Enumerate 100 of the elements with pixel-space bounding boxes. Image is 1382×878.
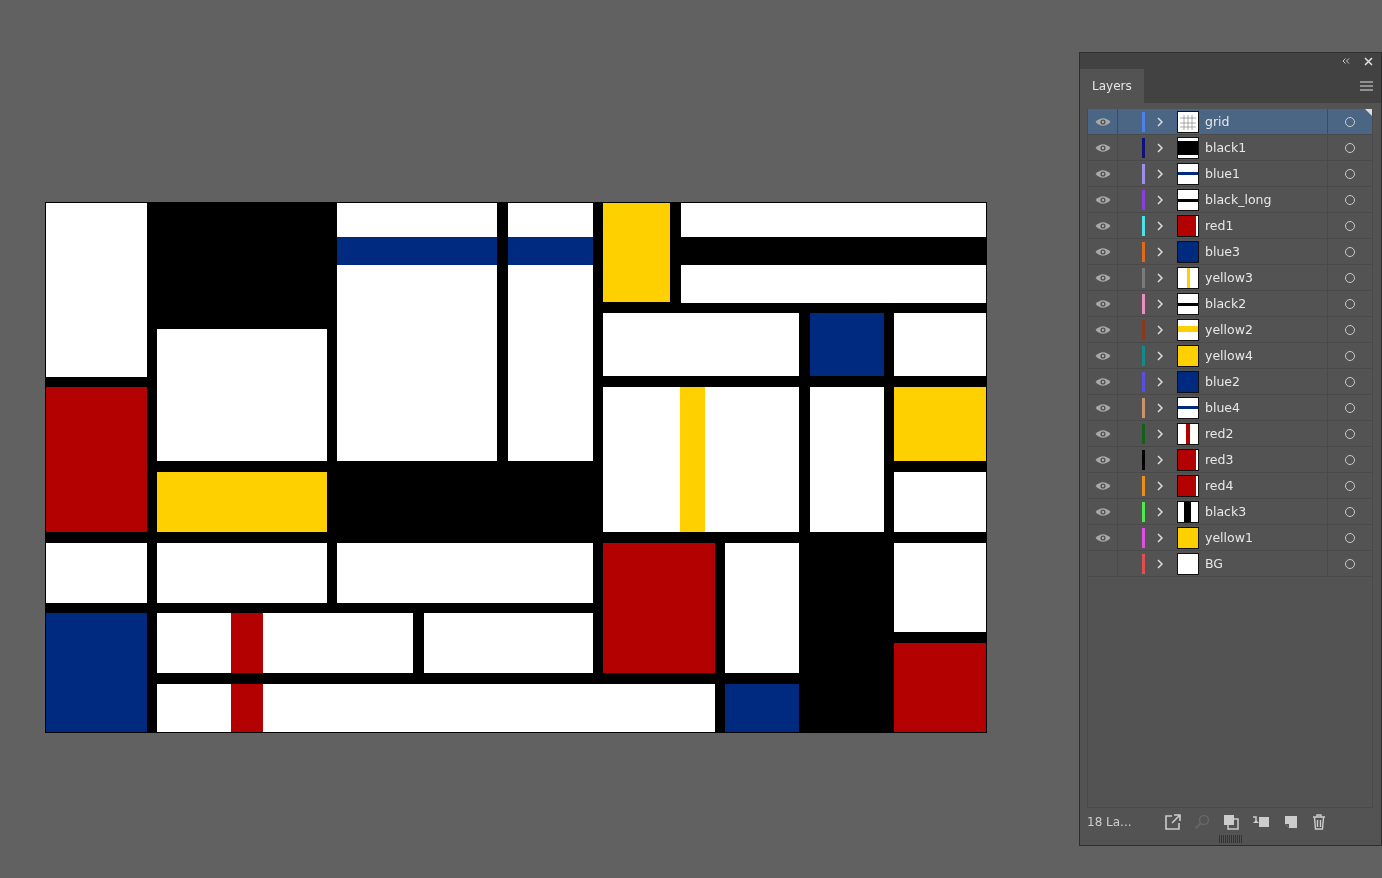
layer-thumbnail	[1178, 215, 1198, 236]
chevron-icon[interactable]	[1157, 558, 1163, 569]
layer-name: BG	[1205, 556, 1225, 571]
layer-row[interactable]: red3	[1088, 447, 1372, 473]
layer-row[interactable]: blue2	[1088, 369, 1372, 395]
eye-icon[interactable]	[1094, 532, 1111, 543]
eye-icon[interactable]	[1094, 402, 1111, 413]
layer-thumbnail	[1178, 475, 1198, 496]
layer-row[interactable]: black_long	[1088, 187, 1372, 213]
layer-thumbnail	[1178, 553, 1198, 574]
layer-name: blue3	[1205, 244, 1241, 259]
layer-thumbnail	[1178, 241, 1198, 262]
layer-name: yellow1	[1205, 530, 1254, 545]
selection-corner-mark	[1365, 109, 1372, 116]
chevron-icon[interactable]	[1157, 168, 1163, 179]
layer-name: red2	[1205, 426, 1235, 441]
layer-name: grid	[1205, 114, 1231, 129]
chevron-icon[interactable]	[1157, 194, 1163, 205]
layer-thumbnail	[1178, 423, 1198, 444]
layer-row[interactable]: yellow4	[1088, 343, 1372, 369]
eye-icon[interactable]	[1094, 480, 1111, 491]
chevron-icon[interactable]	[1157, 298, 1163, 309]
layer-thumbnail	[1178, 189, 1198, 210]
new-layer-icon[interactable]	[1283, 814, 1299, 830]
export-icon[interactable]	[1165, 814, 1181, 830]
trash-icon[interactable]	[1312, 814, 1326, 830]
chevron-icon[interactable]	[1157, 272, 1163, 283]
chevron-icon[interactable]	[1157, 376, 1163, 387]
layer-name: red3	[1205, 452, 1235, 467]
layer-row[interactable]: red1	[1088, 213, 1372, 239]
chevron-icon[interactable]	[1157, 142, 1163, 153]
layer-thumbnail	[1178, 345, 1198, 366]
eye-icon[interactable]	[1094, 506, 1111, 517]
chevron-icon[interactable]	[1157, 246, 1163, 257]
layer-row[interactable]: yellow3	[1088, 265, 1372, 291]
layer-thumbnail	[1178, 371, 1198, 392]
layer-name: red1	[1205, 218, 1235, 233]
eye-icon[interactable]	[1094, 272, 1111, 283]
chevron-icon[interactable]	[1157, 506, 1163, 517]
layer-thumbnail	[1178, 397, 1198, 418]
layer-name: blue4	[1205, 400, 1241, 415]
chevron-icon[interactable]	[1157, 428, 1163, 439]
layer-name: black2	[1205, 296, 1248, 311]
eye-icon[interactable]	[1094, 376, 1111, 387]
chevron-icon[interactable]	[1157, 532, 1163, 543]
layer-row[interactable]: black1	[1088, 135, 1372, 161]
layer-row[interactable]: red2	[1088, 421, 1372, 447]
chevron-icon[interactable]	[1157, 116, 1163, 127]
layer-name: black1	[1205, 140, 1248, 155]
layer-thumbnail	[1178, 527, 1198, 548]
layer-count: 18 La...	[1087, 815, 1133, 829]
layer-thumbnail	[1178, 319, 1198, 340]
eye-icon[interactable]	[1094, 350, 1111, 361]
eye-icon[interactable]	[1094, 168, 1111, 179]
layer-row[interactable]: blue4	[1088, 395, 1372, 421]
eye-icon[interactable]	[1094, 428, 1111, 439]
layer-row[interactable]: blue3	[1088, 239, 1372, 265]
chevron-icon[interactable]	[1157, 480, 1163, 491]
eye-icon[interactable]	[1094, 194, 1111, 205]
layer-thumbnail	[1178, 501, 1198, 522]
resize-grip[interactable]	[1218, 835, 1243, 843]
eye-icon[interactable]	[1094, 142, 1111, 153]
layer-row[interactable]: black3	[1088, 499, 1372, 525]
eye-icon[interactable]	[1094, 116, 1111, 127]
chevron-icon[interactable]	[1157, 350, 1163, 361]
layer-row[interactable]: BG	[1088, 551, 1372, 577]
layer-row[interactable]: blue1	[1088, 161, 1372, 187]
layer-thumbnail	[1178, 267, 1198, 288]
overlapping-squares-icon[interactable]	[1223, 814, 1239, 830]
close-icon[interactable]	[1364, 56, 1373, 66]
eye-icon[interactable]	[1094, 454, 1111, 465]
layer-name: yellow3	[1205, 270, 1254, 285]
layer-thumbnail	[1178, 449, 1198, 470]
layer-row[interactable]: yellow1	[1088, 525, 1372, 551]
chevron-icon[interactable]	[1157, 454, 1163, 465]
menu-icon[interactable]	[1360, 81, 1373, 91]
layer-thumbnail	[1178, 111, 1198, 132]
layer-name: blue2	[1205, 374, 1241, 389]
layer-row[interactable]: black2	[1088, 291, 1372, 317]
chevron-icon[interactable]	[1157, 220, 1163, 231]
layer-name: red4	[1205, 478, 1235, 493]
eye-icon[interactable]	[1094, 220, 1111, 231]
layer-row[interactable]: yellow2	[1088, 317, 1372, 343]
layer-name: yellow4	[1205, 348, 1254, 363]
eye-icon[interactable]	[1094, 324, 1111, 335]
layer-name: black_long	[1205, 192, 1273, 207]
layer-thumbnail	[1178, 137, 1198, 158]
eye-icon[interactable]	[1094, 246, 1111, 257]
layer-name: blue1	[1205, 166, 1241, 181]
layer-row[interactable]: red4	[1088, 473, 1372, 499]
layer-name: black3	[1205, 504, 1248, 519]
layers-tab[interactable]: Layers	[1080, 69, 1144, 103]
collapse-icon[interactable]	[1342, 58, 1350, 64]
layer-thumbnail	[1178, 293, 1198, 314]
eye-icon[interactable]	[1094, 298, 1111, 309]
layer-name: yellow2	[1205, 322, 1254, 337]
layer-row[interactable]: grid	[1088, 109, 1372, 135]
chevron-icon[interactable]	[1157, 324, 1163, 335]
move-arrow-icon[interactable]	[1252, 814, 1270, 830]
chevron-icon[interactable]	[1157, 402, 1163, 413]
